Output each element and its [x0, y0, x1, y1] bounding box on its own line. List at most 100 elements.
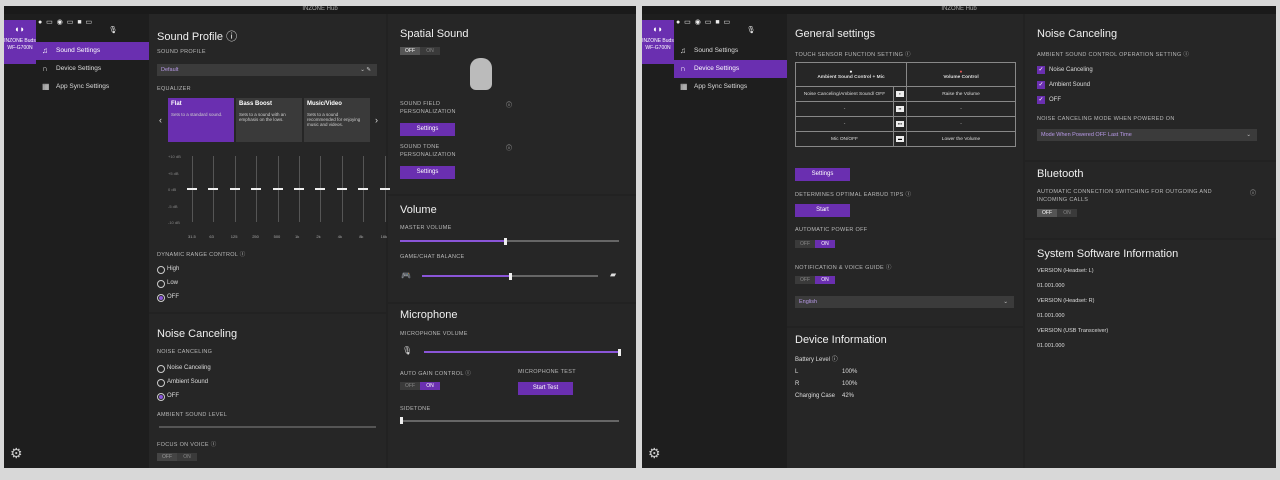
gear-icon[interactable]: ⚙	[648, 445, 661, 462]
spatial-sound-toggle[interactable]: OFF ON	[400, 47, 440, 55]
chevron-down-icon: ⌄	[1003, 299, 1008, 305]
version-r-value: 01.001.000	[1037, 313, 1065, 319]
version-usb-value: 01.001.000	[1037, 343, 1065, 349]
table-row: - ▪▪ -	[795, 101, 1016, 117]
drc-label: DYNAMIC RANGE CONTROL ⓘ	[157, 252, 246, 258]
balance-knob[interactable]	[509, 273, 512, 280]
nav-app-sync-settings[interactable]: ▦ App Sync Settings	[674, 78, 787, 96]
sound-tone-settings-button[interactable]: Settings	[400, 166, 455, 179]
language-select[interactable]: English ⌄	[795, 296, 1014, 308]
device-card[interactable]: ◖◗ INZONE Buds WF-G700N	[4, 20, 36, 64]
eq-band-handle[interactable]	[187, 188, 197, 190]
sidetone-knob[interactable]	[400, 417, 403, 424]
nc-option-ambient-sound[interactable]: Ambient Sound	[157, 379, 208, 387]
device-card[interactable]: ◖◗ INZONE Buds WF-G700N	[642, 20, 674, 64]
single-tap-icon: ▪	[896, 91, 904, 97]
start-button[interactable]: Start	[795, 204, 850, 217]
help-icon[interactable]: ⓘ	[1250, 188, 1256, 197]
master-volume-fill	[400, 240, 506, 242]
eq-band-handle[interactable]	[229, 188, 240, 190]
sidetone-slider[interactable]	[400, 420, 619, 422]
drc-low[interactable]: Low	[157, 280, 178, 288]
head-icon	[470, 58, 492, 90]
eq-db-label: 0 dB	[168, 187, 177, 192]
drc-off[interactable]: OFF	[157, 294, 179, 302]
nav-app-sync-settings[interactable]: ▦ App Sync Settings	[36, 78, 149, 96]
mic-volume-fill	[424, 351, 619, 353]
device-info-title: Device Information	[795, 334, 887, 346]
master-volume-knob[interactable]	[504, 238, 508, 245]
nc-option-off[interactable]: OFF	[157, 393, 179, 401]
check-noise-canceling[interactable]: Noise Canceling	[1037, 66, 1093, 74]
battery-l-value: 100%	[842, 369, 858, 375]
title-bar: INZONE Hub	[642, 6, 1276, 14]
headphones-icon: ∩	[42, 64, 48, 73]
focus-on-voice-toggle[interactable]: OFF ON	[157, 453, 197, 461]
eq-band-handle[interactable]	[294, 188, 304, 190]
touch-settings-button[interactable]: Settings	[795, 168, 850, 181]
start-test-button[interactable]: Start Test	[518, 382, 573, 395]
eq-band-handle[interactable]	[336, 188, 347, 190]
battery-r-label: R	[795, 381, 800, 387]
nc-mode-select[interactable]: Mode When Powered OFF Last Time ⌄	[1037, 129, 1257, 141]
nav-sound-settings[interactable]: ♫ Sound Settings	[674, 42, 787, 60]
check-off[interactable]: OFF	[1037, 96, 1061, 104]
sound-field-label: SOUND FIELD PERSONALIZATION	[400, 101, 456, 115]
nav-device-settings[interactable]: ∩ Device Settings	[36, 60, 149, 78]
eq-band-handle[interactable]	[379, 188, 390, 190]
triple-tap-icon: ▪▪▪	[896, 121, 904, 127]
chat-icon: ▰	[610, 270, 617, 279]
auto-gain-toggle[interactable]: OFF ON	[400, 382, 440, 390]
sound-profile-select[interactable]: Default ⌄ ✎	[157, 64, 377, 76]
eq-band-handle[interactable]	[315, 188, 326, 190]
sound-profile-panel: Sound Profile ⓘ SOUND PROFILE Default ⌄ ✎…	[149, 14, 386, 312]
balance-fill	[422, 275, 510, 277]
check-ambient-sound[interactable]: Ambient Sound	[1037, 81, 1090, 89]
notification-toggle[interactable]: OFF ON	[795, 276, 835, 284]
eq-freq-label: 500	[273, 234, 281, 239]
drc-high[interactable]: High	[157, 266, 179, 274]
chevron-left-icon[interactable]: ‹	[159, 115, 162, 125]
version-l-value: 01.001.000	[1037, 283, 1065, 289]
auto-connection-toggle[interactable]: OFF ON	[1037, 209, 1077, 217]
master-volume-label: MASTER VOLUME	[400, 225, 452, 231]
eq-db-label: -5 dB	[168, 203, 178, 209]
sound-settings-window: INZONE Hub ◖◗ INZONE Buds WF-G700N ● ▭ ◉…	[4, 6, 636, 468]
eq-freq-label: 250	[252, 234, 259, 239]
nav-sound-settings[interactable]: ♫ Sound Settings	[36, 42, 149, 60]
eq-db-label: -10 dB	[168, 220, 180, 225]
bluetooth-title: Bluetooth	[1037, 168, 1084, 180]
chevron-right-icon[interactable]: ›	[375, 115, 378, 125]
eq-preset-flat[interactable]: Flat Sets to a standard sound.	[168, 98, 234, 142]
ambient-control-label: AMBIENT SOUND CONTROL OPERATION SETTING …	[1037, 52, 1190, 58]
help-icon[interactable]: ⓘ	[506, 143, 512, 152]
select-value: English	[799, 299, 818, 305]
earbuds-icon: ◖◗	[14, 24, 25, 34]
eq-band-handle[interactable]	[358, 188, 369, 190]
sound-field-settings-button[interactable]: Settings	[400, 123, 455, 136]
window-title: INZONE Hub	[302, 6, 338, 12]
eq-band-handle[interactable]	[208, 188, 219, 190]
help-icon[interactable]: ⓘ	[506, 100, 512, 109]
sound-tone-label: SOUND TONE PERSONALIZATION	[400, 144, 456, 158]
case-value: 42%	[842, 393, 855, 399]
nav-device-settings[interactable]: ∩ Device Settings	[674, 60, 787, 78]
help-icon: ⓘ	[885, 265, 892, 271]
title-bar: INZONE Hub	[4, 6, 636, 14]
mic-volume-knob[interactable]	[618, 349, 621, 356]
eq-preset-bass-boost[interactable]: Bass Boost Sets to a sound with an emphas…	[236, 98, 302, 142]
help-icon: ⓘ	[226, 31, 238, 43]
ambient-sound-level-slider[interactable]	[159, 426, 376, 428]
focus-on-voice-label: FOCUS ON VOICE ⓘ	[157, 442, 217, 448]
eq-freq-label: 63	[209, 234, 214, 239]
eq-band-handle[interactable]	[272, 188, 283, 190]
help-icon: ⓘ	[905, 192, 912, 198]
eq-band-handle[interactable]	[251, 188, 262, 190]
gear-icon[interactable]: ⚙	[10, 445, 23, 462]
table-header: ● Ambient Sound Control + Mic	[795, 62, 907, 87]
auto-connection-label: AUTOMATIC CONNECTION SWITCHING FOR OUTGO…	[1037, 189, 1212, 203]
eq-preset-music-video[interactable]: Music/Video Sets to a sound recommended f…	[304, 98, 370, 142]
nc-option-noise-canceling[interactable]: Noise Canceling	[157, 365, 211, 373]
eq-freq-label: 2k	[316, 234, 321, 239]
auto-power-off-toggle[interactable]: OFF ON	[795, 240, 835, 248]
